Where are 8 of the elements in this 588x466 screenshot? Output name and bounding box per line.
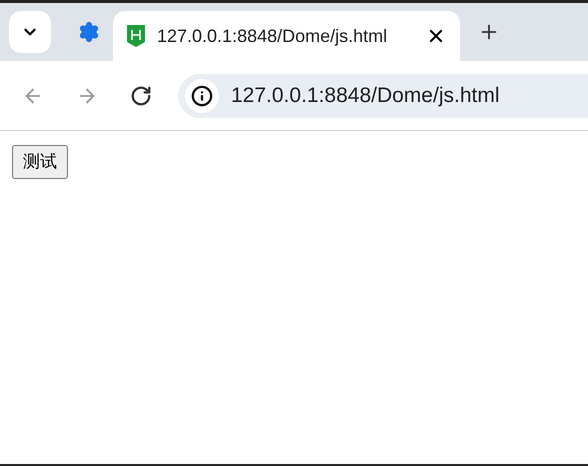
page-favicon-icon (127, 25, 145, 47)
info-icon[interactable] (191, 84, 213, 106)
url-text: 127.0.0.1:8848/Dome/js.html (231, 82, 500, 109)
tab-title: 127.0.0.1:8848/Dome/js.html (157, 24, 388, 48)
test-button[interactable]: 测试 (12, 145, 68, 179)
address-bar[interactable]: 127.0.0.1:8848/Dome/js.html (178, 74, 588, 118)
browser-tab[interactable]: 127.0.0.1:8848/Dome/js.html (113, 11, 460, 61)
reload-icon[interactable] (130, 84, 152, 106)
